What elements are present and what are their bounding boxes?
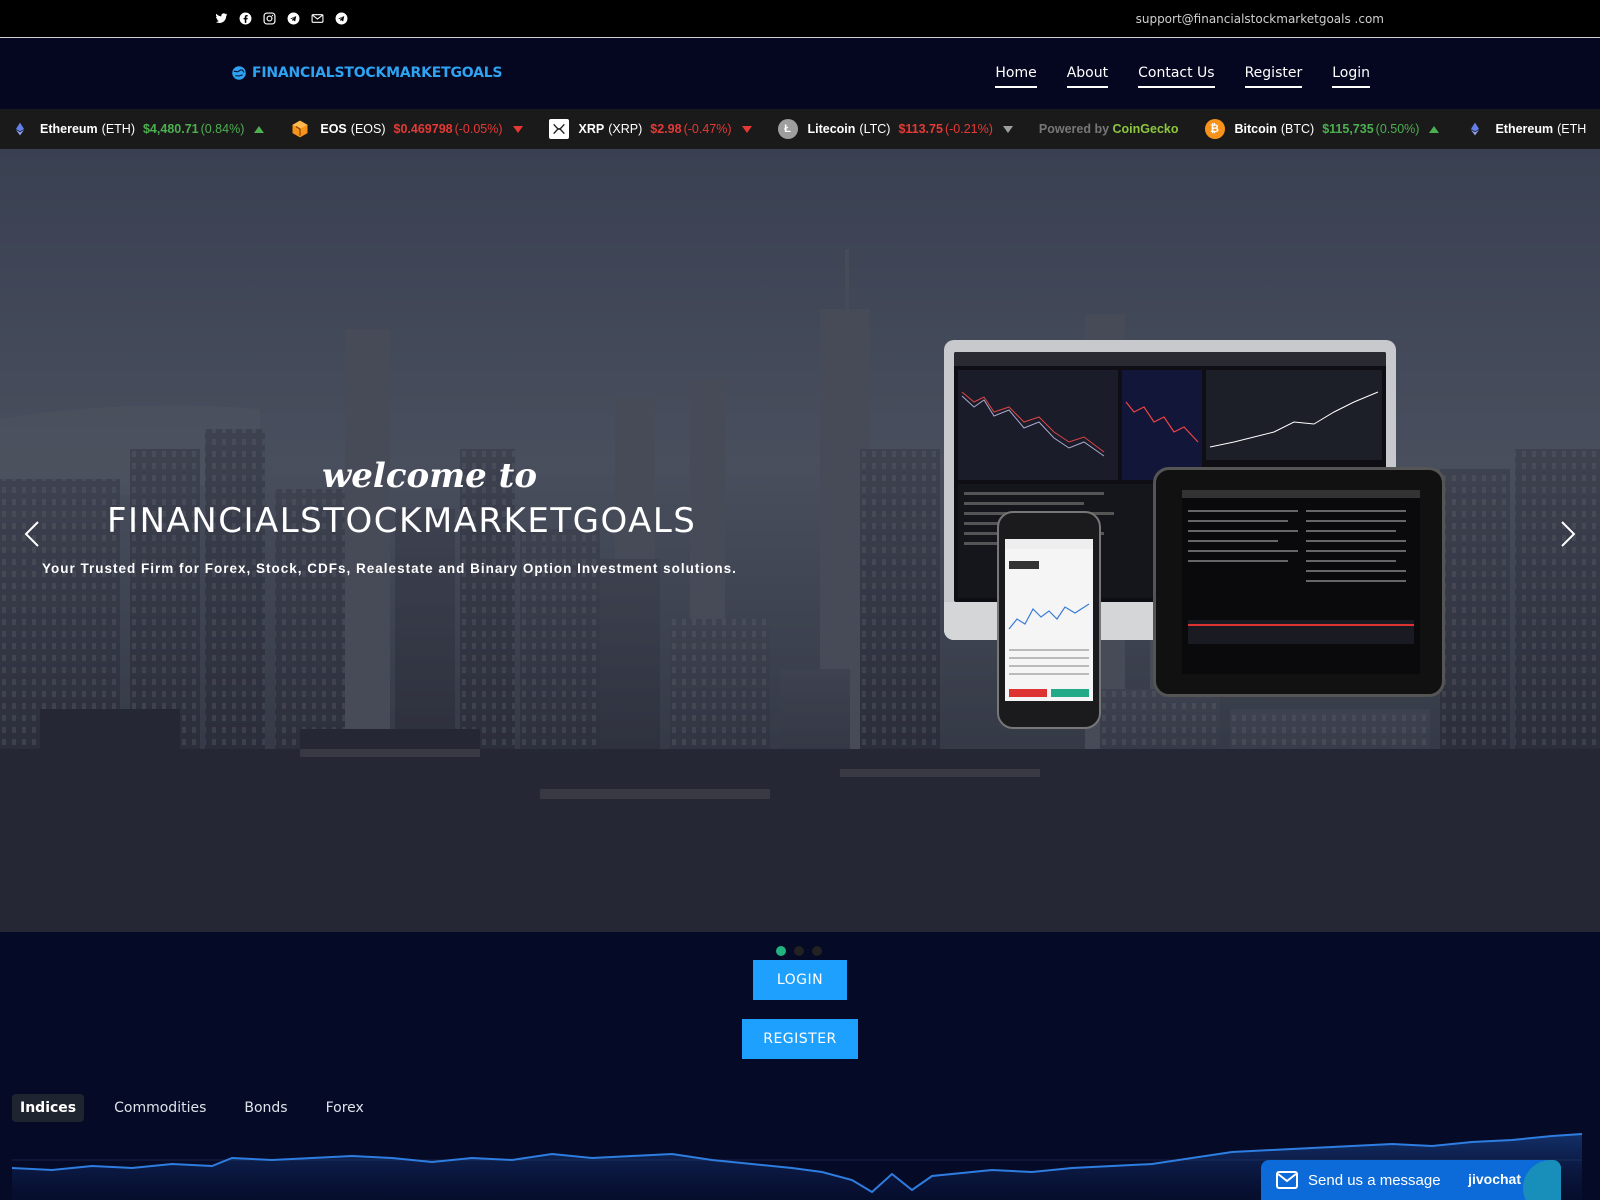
- support-email[interactable]: support@financialstockmarketgoals .com: [1136, 12, 1384, 26]
- ticker-item[interactable]: Ł Litecoin (LTC) $113.75 (-0.21%): [777, 119, 1013, 139]
- top-bar: support@financialstockmarketgoals .com: [0, 0, 1600, 38]
- coin-price: $0.469798: [393, 122, 453, 136]
- register-button[interactable]: REGISTER: [742, 1019, 858, 1059]
- tab-commodities[interactable]: Commodities: [106, 1094, 214, 1122]
- crypto-ticker: Ethereum (ETH) $4,480.71 (0.84%) EOS (EO…: [0, 109, 1600, 149]
- coin-symbol: (ETH: [1557, 122, 1587, 136]
- mail-icon[interactable]: [310, 11, 324, 25]
- ticker-item[interactable]: Ethereum (ETH: [1465, 119, 1594, 139]
- stock-quote-image: [1005, 539, 1093, 697]
- arrow-down-icon: [512, 125, 523, 133]
- coin-price: $4,480.71: [142, 122, 199, 136]
- globe-icon: [232, 66, 246, 80]
- slider-dots: [776, 946, 822, 956]
- ticker-item[interactable]: EOS (EOS) $0.469798 (-0.05%): [290, 119, 523, 139]
- tab-forex[interactable]: Forex: [318, 1094, 372, 1122]
- bitcoin-icon: ₿: [1204, 119, 1225, 139]
- tablet-screen: [1182, 490, 1420, 674]
- coingecko-link[interactable]: CoinGecko: [1113, 122, 1179, 136]
- coin-price: $113.75: [898, 122, 943, 136]
- slider-dot[interactable]: [812, 946, 822, 956]
- instagram-icon[interactable]: [262, 11, 276, 25]
- chevron-right-icon: [1561, 521, 1576, 547]
- slider-dot[interactable]: [776, 946, 786, 956]
- nav-about[interactable]: About: [1066, 65, 1109, 88]
- chat-corner-decoration: [1523, 1160, 1561, 1200]
- telegram-icon[interactable]: [334, 11, 348, 25]
- nav-register[interactable]: Register: [1244, 65, 1303, 88]
- ethereum-icon: [10, 119, 30, 139]
- xrp-icon: [548, 119, 569, 139]
- slider-prev-button[interactable]: [22, 519, 42, 549]
- nav-menu: Home About Contact Us Register Login: [995, 65, 1370, 88]
- brand-name: FINANCIALSTOCKMARKETGOALS: [252, 65, 503, 81]
- coin-change: (-0.47%): [683, 122, 732, 136]
- eos-icon: [290, 119, 310, 139]
- arrow-down-icon: [741, 125, 752, 133]
- hero-slider: welcome to FINANCIALSTOCKMARKETGOALS You…: [0, 149, 1600, 932]
- chat-brand: jivochat: [1468, 1171, 1521, 1187]
- hero-subtitle: Your Trusted Firm for Forex, Stock, CDFs…: [42, 561, 737, 576]
- main-navbar: FINANCIALSTOCKMARKETGOALS Home About Con…: [0, 39, 1600, 109]
- slider-next-button[interactable]: [1558, 519, 1578, 549]
- phone-mockup: [997, 511, 1101, 729]
- coin-name: XRP: [578, 122, 605, 136]
- envelope-icon: [1276, 1171, 1298, 1189]
- nav-home[interactable]: Home: [995, 65, 1037, 88]
- tab-indices[interactable]: Indices: [12, 1094, 85, 1122]
- coin-change: (-0.21%): [944, 122, 993, 136]
- coin-change: (0.50%): [1375, 122, 1420, 136]
- order-book-image: [1182, 490, 1420, 644]
- twitter-icon[interactable]: [214, 11, 228, 25]
- chevron-left-icon: [24, 521, 39, 547]
- coin-name: EOS: [320, 122, 347, 136]
- nav-login[interactable]: Login: [1332, 65, 1370, 88]
- ticker-item[interactable]: Ethereum (ETH) $4,480.71 (0.84%): [10, 119, 265, 139]
- hero-title: FINANCIALSTOCKMARKETGOALS: [107, 501, 697, 541]
- coin-symbol: (ETH): [101, 122, 135, 136]
- arrow-up-icon: [254, 125, 265, 133]
- tablet-mockup: [1153, 467, 1445, 697]
- coin-name: Ethereum: [1495, 122, 1554, 136]
- arrow-down-icon: [1002, 125, 1013, 133]
- coin-change: (-0.05%): [454, 122, 503, 136]
- ethereum-icon: [1465, 119, 1485, 139]
- tab-bonds[interactable]: Bonds: [236, 1094, 295, 1122]
- brand-logo[interactable]: FINANCIALSTOCKMARKETGOALS: [230, 64, 503, 82]
- telegram-icon[interactable]: [286, 11, 300, 25]
- phone-screen: [1005, 539, 1093, 701]
- coin-symbol: (LTC): [859, 122, 891, 136]
- slider-dot[interactable]: [794, 946, 804, 956]
- coin-name: Litecoin: [807, 122, 856, 136]
- coin-symbol: (EOS): [350, 122, 386, 136]
- arrow-up-icon: [1429, 125, 1440, 133]
- facebook-icon[interactable]: [238, 11, 252, 25]
- nav-contact[interactable]: Contact Us: [1138, 65, 1215, 88]
- powered-by[interactable]: Powered by CoinGecko: [1039, 122, 1179, 136]
- litecoin-icon: Ł: [777, 119, 798, 139]
- ticker-item[interactable]: ₿ Bitcoin (BTC) $115,735 (0.50%): [1204, 119, 1440, 139]
- market-tabs: Indices Commodities Bonds Forex: [12, 1094, 386, 1122]
- coin-change: (0.84%): [200, 122, 245, 136]
- hero-welcome: welcome to: [322, 456, 538, 496]
- chat-label: Send us a message: [1308, 1171, 1441, 1189]
- coin-symbol: (BTC): [1280, 122, 1315, 136]
- coin-price: $2.98: [650, 122, 682, 136]
- chat-widget[interactable]: Send us a message jivochat: [1261, 1160, 1561, 1200]
- ticker-track: Ethereum (ETH) $4,480.71 (0.84%) EOS (EO…: [10, 109, 1600, 149]
- coin-name: Bitcoin: [1234, 122, 1277, 136]
- coin-name: Ethereum: [40, 122, 98, 136]
- ticker-item[interactable]: XRP (XRP) $2.98 (-0.47%): [548, 119, 752, 139]
- powered-prefix: Powered by: [1038, 122, 1113, 136]
- coin-price: $115,735: [1322, 122, 1374, 136]
- coin-symbol: (XRP): [608, 122, 643, 136]
- login-button[interactable]: LOGIN: [753, 960, 847, 1000]
- social-links: [214, 11, 348, 25]
